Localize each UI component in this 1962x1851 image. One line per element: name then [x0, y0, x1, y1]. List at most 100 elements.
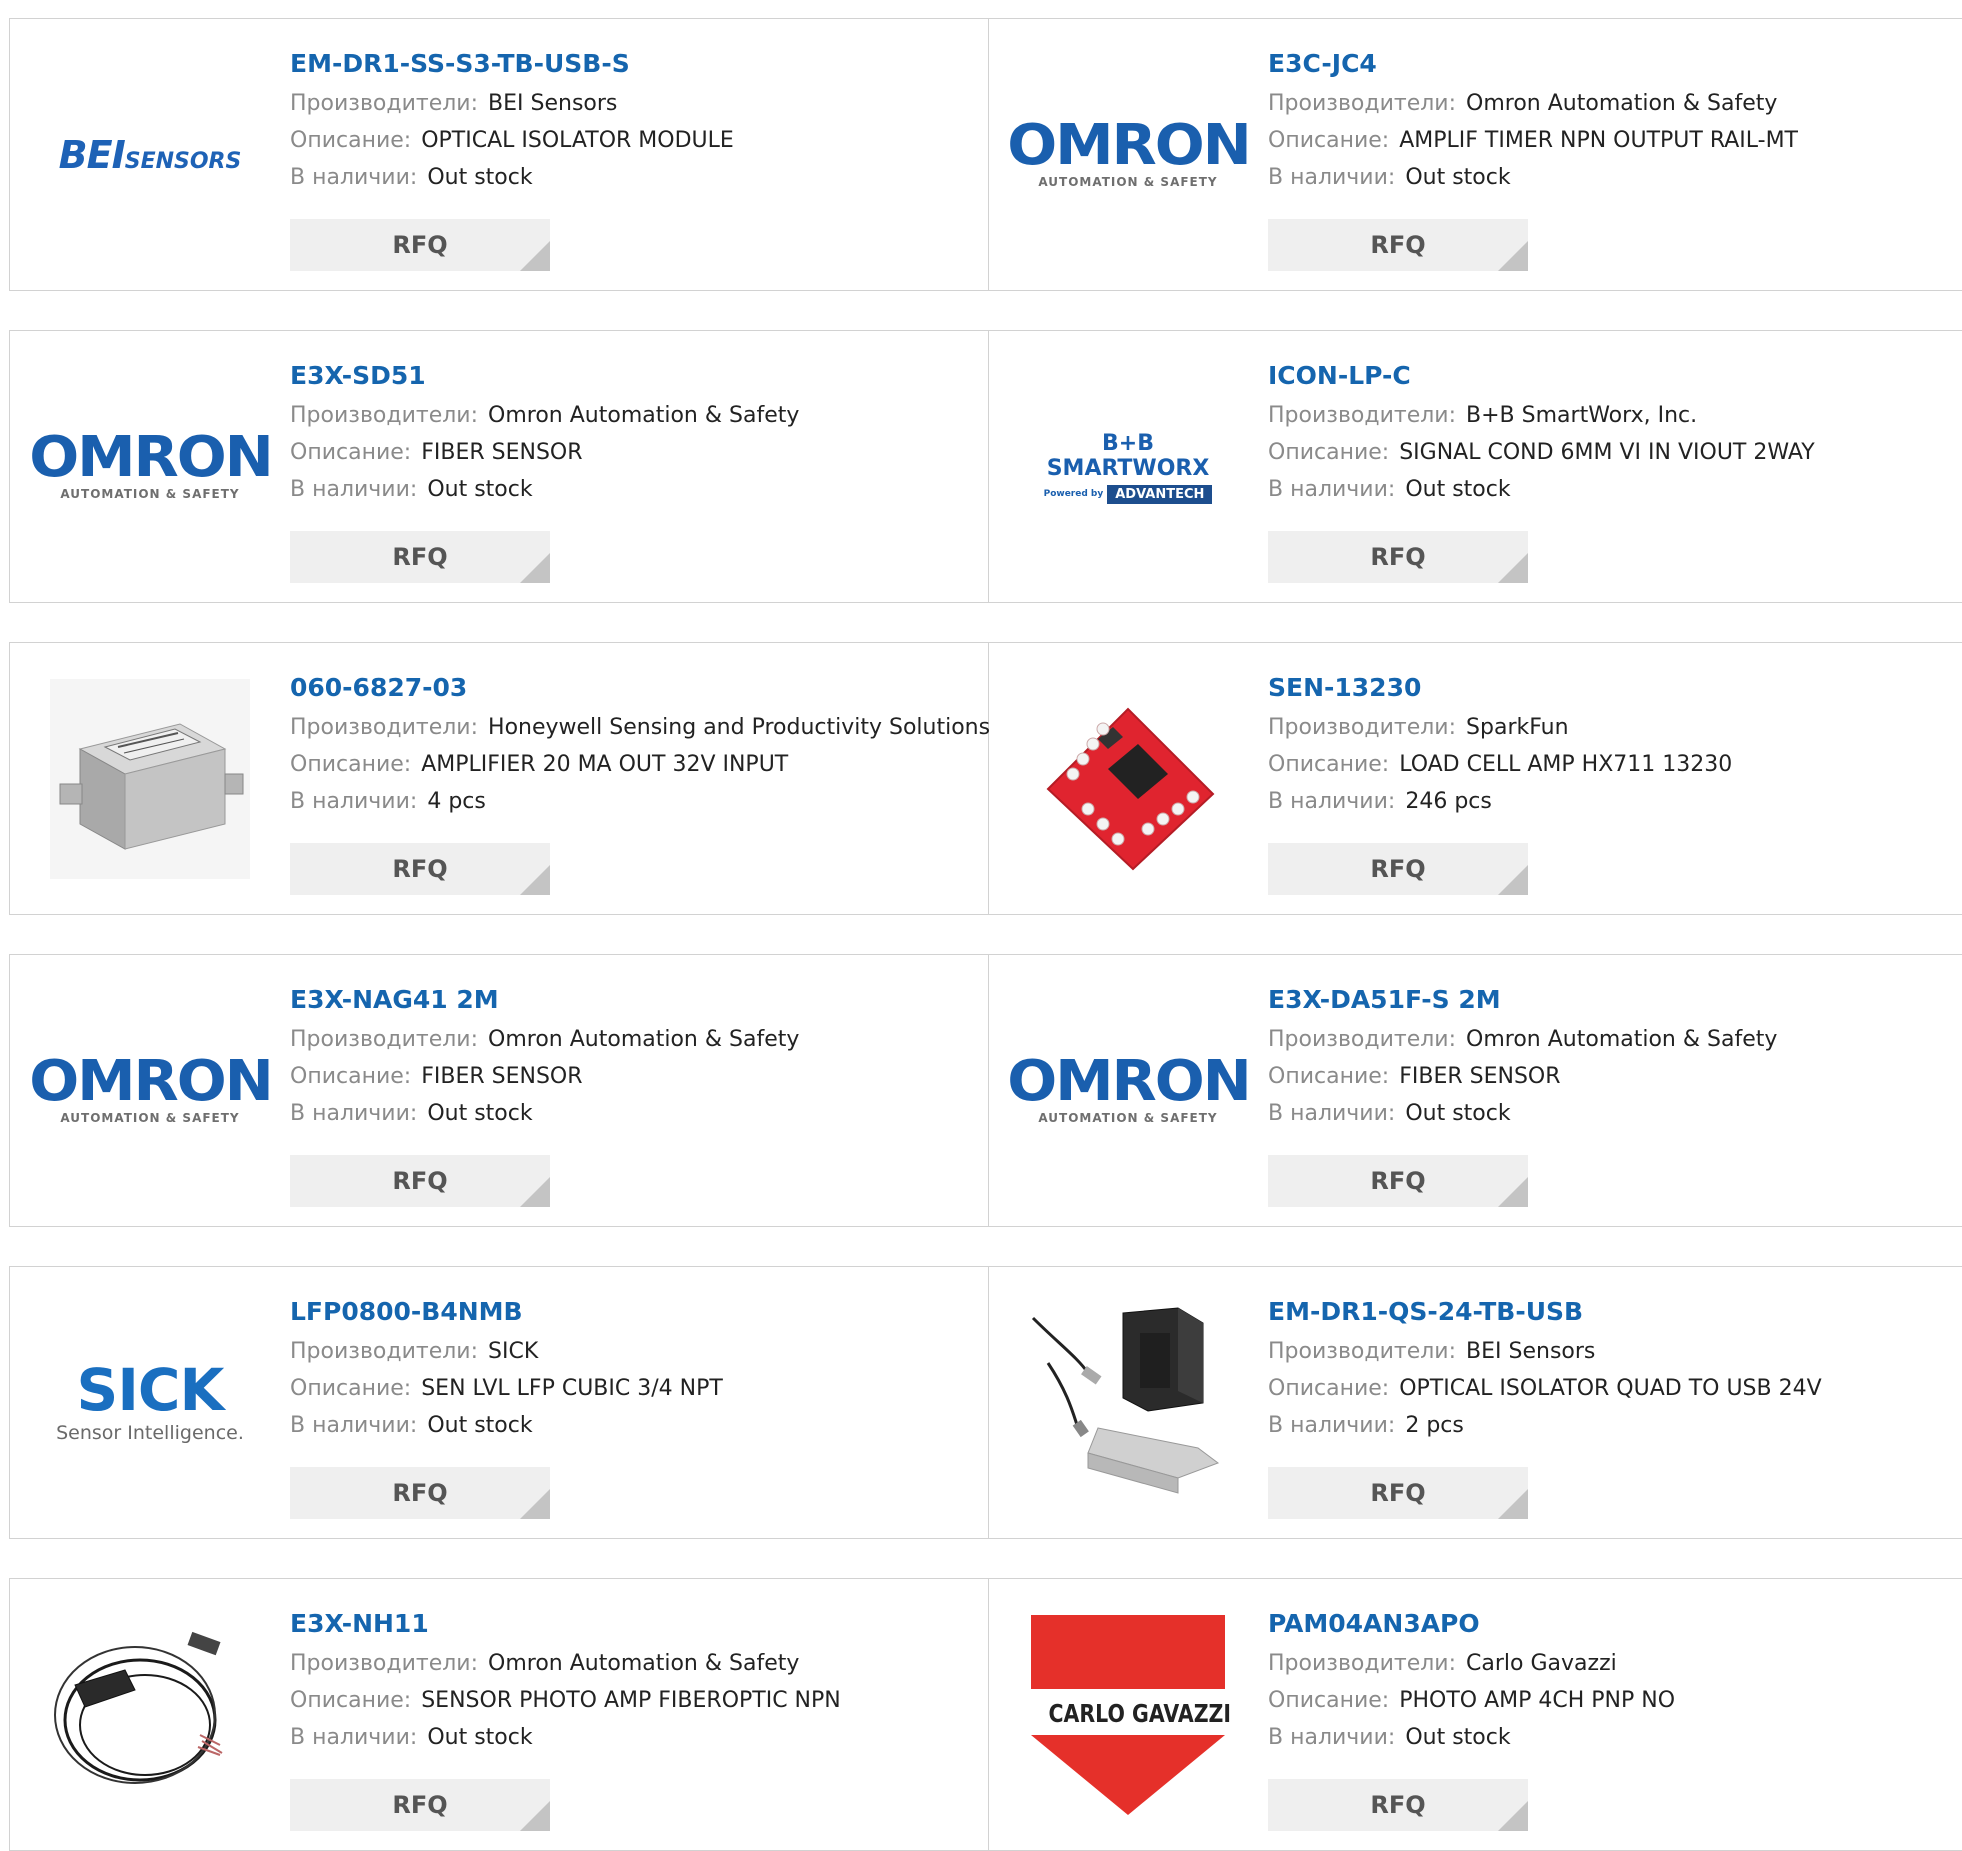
rfq-button[interactable]: RFQ	[1268, 219, 1528, 271]
product-info: E3X-DA51F-S 2M Производители: Omron Autom…	[1268, 983, 1962, 1132]
rfq-label: RFQ	[392, 543, 448, 571]
manufacturer-row: Производители: Omron Automation & Safety	[290, 397, 988, 434]
stock-value: Out stock	[1405, 1101, 1511, 1126]
part-number-link[interactable]: EM-DR1-QS-24-TB-USB	[1268, 1295, 1962, 1333]
product-card: OMRON AUTOMATION & SAFETY E3X-NAG41 2M Пр…	[10, 955, 989, 1226]
product-card: BEISENSORS EM-DR1-SS-S3-TB-USB-S Произво…	[10, 19, 989, 290]
part-number-link[interactable]: SEN-13230	[1268, 671, 1962, 709]
manufacturer-row: Производители: SICK	[290, 1333, 988, 1370]
omron-wordmark: OMRON AUTOMATION & SAFETY	[28, 425, 274, 502]
description-label: Описание:	[1268, 1376, 1390, 1401]
description-row: Описание: OPTICAL ISOLATOR QUAD TO USB 24…	[1268, 1370, 1962, 1407]
stock-row: В наличии: Out stock	[290, 471, 988, 508]
part-number-link[interactable]: 060-6827-03	[290, 671, 988, 709]
manufacturer-row: Производители: Omron Automation & Safety	[1268, 1021, 1962, 1058]
fiber-sensor-cable-image[interactable]	[50, 1615, 250, 1815]
rfq-button[interactable]: RFQ	[290, 1467, 550, 1519]
omron-logo[interactable]: OMRON AUTOMATION & SAFETY	[29, 367, 274, 567]
product-info: EM-DR1-QS-24-TB-USB Производители: BEI Se…	[1268, 1295, 1962, 1444]
stock-value: Out stock	[427, 165, 533, 190]
junction-box-image[interactable]	[50, 679, 250, 879]
product-info: E3C-JC4 Производители: Omron Automation &…	[1268, 47, 1962, 196]
rfq-corner-icon	[1498, 1177, 1528, 1207]
din-rail-module-image[interactable]	[1028, 1303, 1228, 1503]
sick-wordmark: SICK Sensor Intelligence.	[56, 1356, 244, 1444]
manufacturer-label: Производители:	[1268, 91, 1457, 116]
manufacturer-value: SparkFun	[1466, 715, 1569, 740]
rfq-corner-icon	[520, 241, 550, 271]
description-row: Описание: PHOTO AMP 4CH PNP NO	[1268, 1682, 1962, 1719]
rfq-button[interactable]: RFQ	[1268, 1467, 1528, 1519]
manufacturer-label: Производители:	[1268, 1651, 1457, 1676]
carlo-gavazzi-logo[interactable]: CARLO GAVAZZI	[1028, 1615, 1231, 1815]
manufacturer-label: Производители:	[1268, 1339, 1457, 1364]
description-value: SENSOR PHOTO AMP FIBEROPTIC NPN	[421, 1688, 841, 1713]
part-number-link[interactable]: PAM04AN3APO	[1268, 1607, 1962, 1645]
stock-label: В наличии:	[290, 1413, 418, 1438]
part-number-link[interactable]: E3X-DA51F-S 2M	[1268, 983, 1962, 1021]
omron-logo[interactable]: OMRON AUTOMATION & SAFETY	[29, 991, 274, 1191]
part-number-link[interactable]: ICON-LP-C	[1268, 359, 1962, 397]
rfq-button[interactable]: RFQ	[1268, 531, 1528, 583]
rfq-label: RFQ	[1370, 1791, 1426, 1819]
manufacturer-row: Производители: Honeywell Sensing and Prod…	[290, 709, 990, 746]
stock-value: Out stock	[427, 1413, 533, 1438]
description-row: Описание: SIGNAL COND 6MM VI IN VIOUT 2WA…	[1268, 434, 1962, 471]
manufacturer-row: Производители: Omron Automation & Safety	[290, 1645, 988, 1682]
manufacturer-value: BEI Sensors	[1466, 1339, 1596, 1364]
rfq-corner-icon	[1498, 241, 1528, 271]
product-card: OMRON AUTOMATION & SAFETY E3C-JC4 Произво…	[988, 19, 1962, 290]
stock-label: В наличии:	[1268, 789, 1396, 814]
bei-sensors-logo[interactable]: BEISENSORS	[50, 55, 250, 255]
rfq-corner-icon	[520, 1489, 550, 1519]
bei-sensors-wordmark: BEISENSORS	[58, 133, 242, 177]
product-card: SEN-13230 Производители: SparkFun Описани…	[988, 643, 1962, 914]
manufacturer-label: Производители:	[290, 1027, 479, 1052]
stock-row: В наличии: Out stock	[290, 1407, 988, 1444]
rfq-button[interactable]: RFQ	[290, 1779, 550, 1831]
manufacturer-label: Производители:	[1268, 1027, 1457, 1052]
stock-value: Out stock	[1405, 1725, 1511, 1750]
rfq-button[interactable]: RFQ	[1268, 843, 1528, 895]
rfq-label: RFQ	[1370, 855, 1426, 883]
rfq-button[interactable]: RFQ	[1268, 1155, 1528, 1207]
description-label: Описание:	[290, 752, 412, 777]
part-number-link[interactable]: E3X-NAG41 2M	[290, 983, 988, 1021]
description-label: Описание:	[290, 1376, 412, 1401]
sick-logo[interactable]: SICK Sensor Intelligence.	[50, 1303, 250, 1503]
rfq-label: RFQ	[392, 855, 448, 883]
description-label: Описание:	[1268, 128, 1390, 153]
stock-row: В наличии: Out stock	[290, 1719, 988, 1756]
stock-row: В наличии: 246 pcs	[1268, 783, 1962, 820]
rfq-button[interactable]: RFQ	[290, 531, 550, 583]
omron-wordmark: OMRON AUTOMATION & SAFETY	[1006, 113, 1252, 190]
product-row: BEISENSORS EM-DR1-SS-S3-TB-USB-S Произво…	[9, 18, 1962, 291]
product-card: OMRON AUTOMATION & SAFETY E3X-SD51 Произв…	[10, 331, 989, 602]
stock-label: В наличии:	[1268, 477, 1396, 502]
description-value: AMPLIFIER 20 MA OUT 32V INPUT	[421, 752, 789, 777]
bb-smartworx-logo[interactable]: B+B SMARTWORX Powered by ADVANTECH	[1028, 367, 1228, 567]
product-card: OMRON AUTOMATION & SAFETY E3X-DA51F-S 2M …	[988, 955, 1962, 1226]
product-info: 060-6827-03 Производители: Honeywell Sens…	[290, 671, 990, 820]
rfq-button[interactable]: RFQ	[290, 219, 550, 271]
stock-row: В наличии: 4 pcs	[290, 783, 988, 820]
part-number-link[interactable]: LFP0800-B4NMB	[290, 1295, 988, 1333]
omron-logo[interactable]: OMRON AUTOMATION & SAFETY	[1007, 991, 1252, 1191]
description-value: FIBER SENSOR	[421, 440, 583, 465]
omron-wordmark: OMRON AUTOMATION & SAFETY	[1006, 1049, 1252, 1126]
omron-logo[interactable]: OMRON AUTOMATION & SAFETY	[1007, 55, 1252, 255]
manufacturer-row: Производители: B+B SmartWorx, Inc.	[1268, 397, 1962, 434]
part-number-link[interactable]: EM-DR1-SS-S3-TB-USB-S	[290, 47, 988, 85]
stock-row: В наличии: Out stock	[290, 159, 988, 196]
rfq-corner-icon	[1498, 1489, 1528, 1519]
manufacturer-value: BEI Sensors	[488, 91, 618, 116]
part-number-link[interactable]: E3X-SD51	[290, 359, 988, 397]
rfq-button[interactable]: RFQ	[290, 1155, 550, 1207]
rfq-button[interactable]: RFQ	[1268, 1779, 1528, 1831]
part-number-link[interactable]: E3C-JC4	[1268, 47, 1962, 85]
red-pcb-board-image[interactable]	[1028, 679, 1228, 879]
description-label: Описание:	[290, 1688, 412, 1713]
part-number-link[interactable]: E3X-NH11	[290, 1607, 988, 1645]
rfq-button[interactable]: RFQ	[290, 843, 550, 895]
product-info: PAM04AN3APO Производители: Carlo Gavazzi …	[1268, 1607, 1962, 1756]
